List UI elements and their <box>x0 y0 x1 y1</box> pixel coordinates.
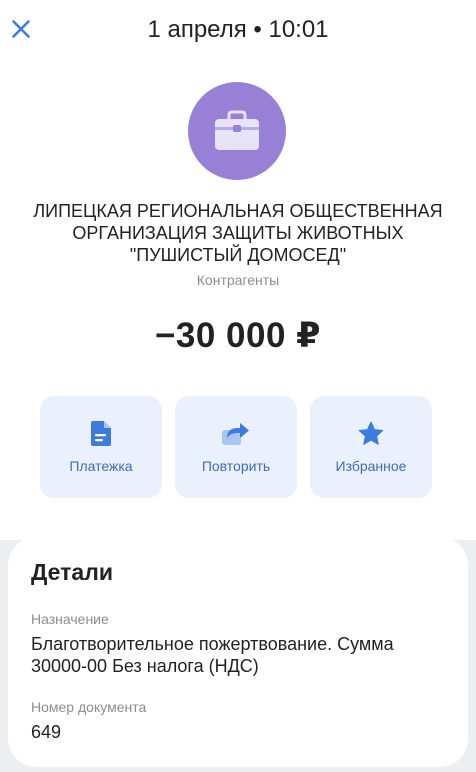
payee-category: Контрагенты <box>196 272 280 288</box>
repeat-arrow-icon <box>222 423 249 445</box>
purpose-value-line: 30000-00 Без налога (НДС) <box>31 656 259 676</box>
repeat-label: Повторить <box>201 458 271 474</box>
payment-order-button[interactable]: Платежка <box>40 396 162 498</box>
document-icon <box>91 420 111 446</box>
purpose-label: Назначение <box>31 611 109 627</box>
payee-avatar <box>188 82 286 180</box>
operation-amount: −30 000 ₽ <box>154 316 322 355</box>
payee-name-line: ЛИПЕЦКАЯ РЕГИОНАЛЬНАЯ ОБЩЕСТВЕННАЯ <box>33 201 443 221</box>
repeat-button[interactable]: Повторить <box>175 396 297 498</box>
briefcase-icon <box>215 110 259 150</box>
favorite-label: Избранное <box>335 458 407 474</box>
payee-name-line: "ПУШИСТЫЙ ДОМОСЕД" <box>129 245 347 265</box>
date-time-title: 1 апреля • 10:01 <box>147 16 329 43</box>
operation-header-panel: 1 апреля • 10:01 ЛИПЕЦКАЯ РЕГИОНАЛЬНАЯ О… <box>0 0 476 540</box>
payee-name-line: ОРГАНИЗАЦИЯ ЗАЩИТЫ ЖИВОТНЫХ <box>72 223 404 243</box>
details-card: Детали Назначение Благотворительное поже… <box>8 537 468 767</box>
document-number-value: 649 <box>31 722 62 742</box>
details-title: Детали <box>31 559 113 585</box>
action-buttons: Платежка Повторить Избранное <box>40 396 432 498</box>
document-number-label: Номер документа <box>31 699 147 715</box>
payment-order-label: Платежка <box>69 458 133 474</box>
favorite-button[interactable]: Избранное <box>310 396 432 498</box>
purpose-value-line: Благотворительное пожертвование. Сумма <box>31 634 394 654</box>
purpose-value: Благотворительное пожертвование. Сумма 3… <box>31 633 451 677</box>
payee-name: ЛИПЕЦКАЯ РЕГИОНАЛЬНАЯ ОБЩЕСТВЕННАЯ ОРГАН… <box>16 200 460 266</box>
star-icon <box>358 421 384 445</box>
